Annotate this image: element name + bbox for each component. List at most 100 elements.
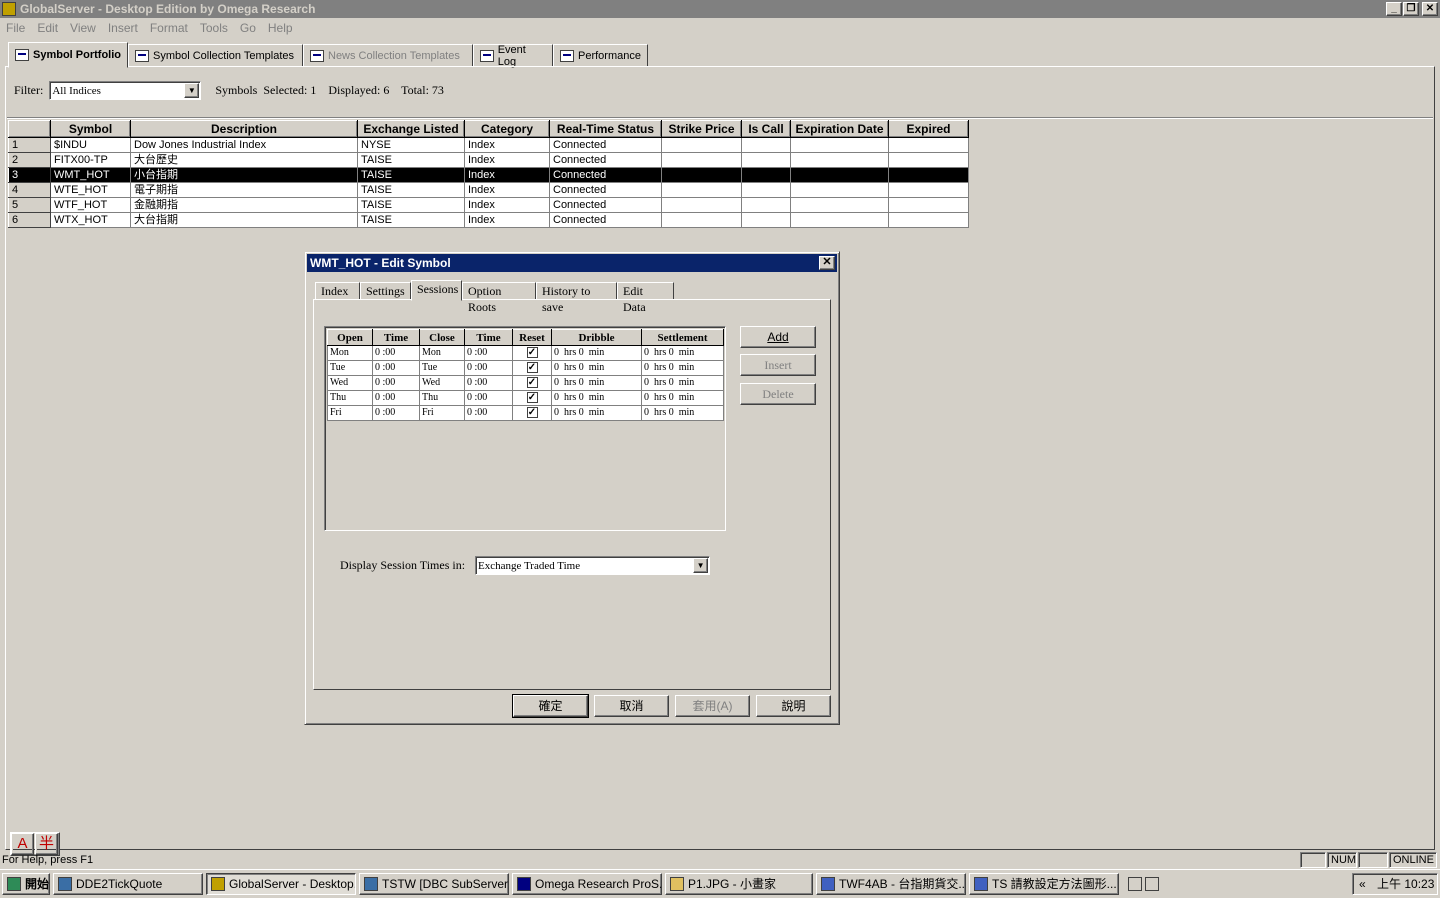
chevron-down-icon[interactable]: ▼: [184, 83, 200, 98]
dialog-title-bar[interactable]: WMT_HOT - Edit Symbol ✕: [307, 254, 837, 272]
cell-description[interactable]: 小台指期: [130, 167, 358, 183]
cell-category[interactable]: Index: [464, 152, 550, 168]
cell-rownum[interactable]: 1: [8, 137, 51, 153]
column-header-is-call[interactable]: Is Call: [741, 120, 791, 138]
cell-realtime-status[interactable]: Connected: [549, 182, 662, 198]
tray-expand-icon[interactable]: «: [1359, 877, 1366, 891]
table-row[interactable]: 5 WTF_HOT 金融期指 TAISE Index Connected: [8, 197, 969, 213]
column-header-dribble[interactable]: Dribble: [551, 329, 642, 346]
session-cell-settlement[interactable]: 0 hrs 0 min: [641, 345, 724, 361]
column-header-category[interactable]: Category: [464, 120, 550, 138]
session-cell-reset[interactable]: ✓: [512, 375, 552, 391]
session-cell-close-time[interactable]: 0 :00: [464, 360, 513, 376]
cell-exchange[interactable]: TAISE: [357, 167, 465, 183]
session-cell-open[interactable]: Mon: [327, 345, 373, 361]
cell-category[interactable]: Index: [464, 197, 550, 213]
cell-description[interactable]: 電子期指: [130, 182, 358, 198]
menu-view[interactable]: View: [64, 19, 102, 37]
column-header-close[interactable]: Close: [419, 329, 465, 346]
session-cell-reset[interactable]: ✓: [512, 360, 552, 376]
cell-rownum[interactable]: 6: [8, 212, 51, 228]
minimize-button[interactable]: _: [1386, 2, 1402, 16]
menu-edit[interactable]: Edit: [31, 19, 64, 37]
cell-description[interactable]: 大台指期: [130, 212, 358, 228]
cell-is-call[interactable]: [741, 197, 791, 213]
cell-category[interactable]: Index: [464, 167, 550, 183]
cell-realtime-status[interactable]: Connected: [549, 167, 662, 183]
cell-expired[interactable]: [888, 167, 969, 183]
session-cell-open-time[interactable]: 0 :00: [372, 360, 420, 376]
column-header-expiration-date[interactable]: Expiration Date: [790, 120, 889, 138]
table-row[interactable]: 3 WMT_HOT 小台指期 TAISE Index Connected: [8, 167, 969, 183]
cell-rownum[interactable]: 2: [8, 152, 51, 168]
session-row[interactable]: Fri 0 :00 Fri 0 :00 ✓ 0 hrs 0 min 0 hrs 0 min: [327, 405, 724, 421]
cell-symbol[interactable]: $INDU: [50, 137, 131, 153]
tab-history-to-save[interactable]: History to save: [536, 282, 617, 314]
reset-checkbox[interactable]: ✓: [526, 392, 538, 403]
cell-is-call[interactable]: [741, 182, 791, 198]
cell-rownum[interactable]: 3: [8, 167, 51, 183]
column-header-description[interactable]: Description: [130, 120, 358, 138]
task-dde2tickquote[interactable]: DDE2TickQuote: [53, 873, 203, 895]
session-cell-open-time[interactable]: 0 :00: [372, 390, 420, 406]
tab-settings[interactable]: Settings: [360, 282, 411, 300]
task-tstw[interactable]: TSTW [DBC SubServer]: [359, 873, 509, 895]
cell-strike-price[interactable]: [661, 137, 742, 153]
session-cell-close-time[interactable]: 0 :00: [464, 375, 513, 391]
session-row[interactable]: Mon 0 :00 Mon 0 :00 ✓ 0 hrs 0 min 0 hrs 0 min: [327, 345, 724, 361]
insert-button[interactable]: Insert: [740, 354, 816, 376]
help-icon[interactable]: [1145, 877, 1159, 891]
tab-event-log[interactable]: Event Log: [473, 44, 553, 68]
session-cell-close-time[interactable]: 0 :00: [464, 345, 513, 361]
cell-strike-price[interactable]: [661, 152, 742, 168]
cell-exchange[interactable]: TAISE: [357, 212, 465, 228]
session-cell-dribble[interactable]: 0 hrs 0 min: [551, 405, 642, 421]
cell-is-call[interactable]: [741, 212, 791, 228]
session-cell-dribble[interactable]: 0 hrs 0 min: [551, 360, 642, 376]
cell-description[interactable]: 大台歷史: [130, 152, 358, 168]
cell-realtime-status[interactable]: Connected: [549, 152, 662, 168]
table-row[interactable]: 4 WTE_HOT 電子期指 TAISE Index Connected: [8, 182, 969, 198]
session-cell-reset[interactable]: ✓: [512, 345, 552, 361]
cell-symbol[interactable]: WTX_HOT: [50, 212, 131, 228]
cell-category[interactable]: Index: [464, 182, 550, 198]
cell-expiration-date[interactable]: [790, 197, 889, 213]
cell-is-call[interactable]: [741, 137, 791, 153]
session-cell-open[interactable]: Wed: [327, 375, 373, 391]
session-cell-open-time[interactable]: 0 :00: [372, 375, 420, 391]
cell-expired[interactable]: [888, 137, 969, 153]
cell-expiration-date[interactable]: [790, 167, 889, 183]
cell-category[interactable]: Index: [464, 212, 550, 228]
cell-expiration-date[interactable]: [790, 152, 889, 168]
session-row[interactable]: Wed 0 :00 Wed 0 :00 ✓ 0 hrs 0 min 0 hrs 0 min: [327, 375, 724, 391]
task-paint[interactable]: P1.JPG - 小畫家: [665, 873, 813, 895]
cell-expired[interactable]: [888, 197, 969, 213]
tab-option-roots[interactable]: Option Roots: [462, 282, 536, 314]
cell-strike-price[interactable]: [661, 197, 742, 213]
ok-button[interactable]: 確定: [512, 694, 589, 718]
session-cell-dribble[interactable]: 0 hrs 0 min: [551, 390, 642, 406]
cell-category[interactable]: Index: [464, 137, 550, 153]
column-header-close-time[interactable]: Time: [464, 329, 513, 346]
cell-expiration-date[interactable]: [790, 212, 889, 228]
reset-checkbox[interactable]: ✓: [526, 377, 538, 388]
cell-exchange[interactable]: TAISE: [357, 152, 465, 168]
session-cell-open-time[interactable]: 0 :00: [372, 345, 420, 361]
column-header-open-time[interactable]: Time: [372, 329, 420, 346]
start-button[interactable]: 開始: [2, 873, 50, 895]
cell-realtime-status[interactable]: Connected: [549, 137, 662, 153]
apply-button[interactable]: 套用(A): [675, 695, 750, 717]
cell-exchange[interactable]: TAISE: [357, 197, 465, 213]
cell-symbol[interactable]: WTE_HOT: [50, 182, 131, 198]
session-cell-dribble[interactable]: 0 hrs 0 min: [551, 345, 642, 361]
session-cell-reset[interactable]: ✓: [512, 405, 552, 421]
menu-insert[interactable]: Insert: [102, 19, 144, 37]
session-cell-open-time[interactable]: 0 :00: [372, 405, 420, 421]
session-cell-open[interactable]: Thu: [327, 390, 373, 406]
cell-exchange[interactable]: TAISE: [357, 182, 465, 198]
session-cell-reset[interactable]: ✓: [512, 390, 552, 406]
column-header-expired[interactable]: Expired: [888, 120, 969, 138]
column-header-rownum[interactable]: [8, 120, 51, 138]
session-cell-close[interactable]: Tue: [419, 360, 465, 376]
cell-rownum[interactable]: 5: [8, 197, 51, 213]
